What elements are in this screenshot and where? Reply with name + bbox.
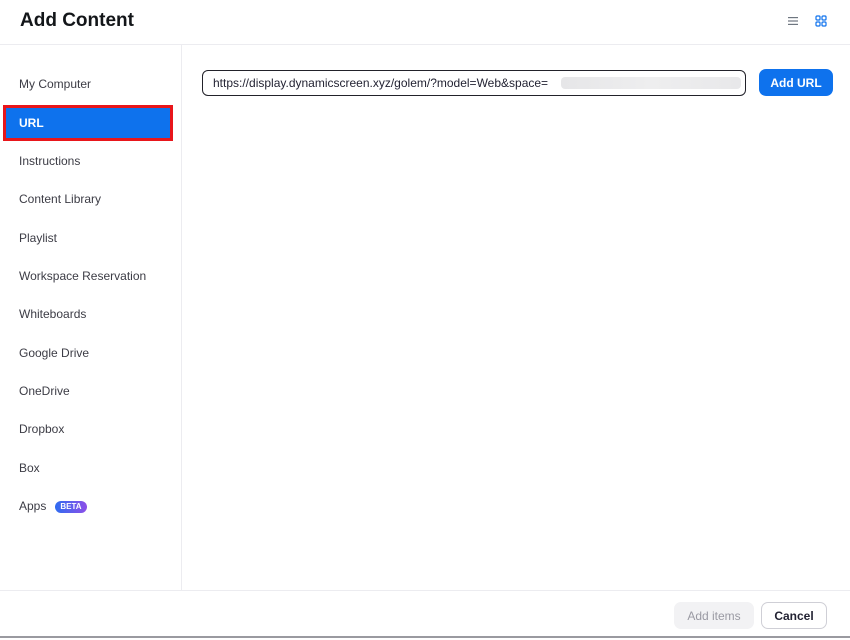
sidebar-item-label: Box — [19, 461, 40, 475]
sidebar-item-label: Playlist — [19, 231, 58, 245]
sidebar-item-label: My Computer — [19, 77, 92, 91]
grid-view-icon[interactable] — [814, 14, 828, 28]
sidebar-item-label: Whiteboards — [19, 307, 87, 321]
dialog-footer: Add items Cancel — [0, 590, 850, 638]
sidebar-item-label: Workspace Reservation — [19, 269, 147, 283]
sidebar-item-dropbox[interactable]: Dropbox — [6, 414, 170, 444]
redacted-url-segment — [561, 77, 741, 89]
source-sidebar: My Computer URL Instructions Content Lib… — [0, 45, 182, 590]
beta-badge: BETA — [55, 501, 87, 513]
sidebar-item-label: Google Drive — [19, 346, 90, 360]
sidebar-item-url[interactable]: URL — [3, 105, 173, 141]
sidebar-item-workspace-reservation[interactable]: Workspace Reservation — [6, 261, 170, 291]
sidebar-item-label: Content Library — [19, 192, 102, 206]
dialog-header: Add Content — [0, 0, 850, 45]
sidebar-item-apps[interactable]: Apps BETA — [6, 491, 170, 521]
add-url-button[interactable]: Add URL — [759, 69, 833, 96]
sidebar-item-box[interactable]: Box — [6, 453, 170, 483]
dialog-title: Add Content — [20, 10, 134, 31]
sidebar-item-label: Instructions — [19, 154, 81, 168]
sidebar-item-label: Dropbox — [19, 422, 65, 436]
sidebar-item-playlist[interactable]: Playlist — [6, 223, 170, 253]
sidebar-item-whiteboards[interactable]: Whiteboards — [6, 299, 170, 329]
add-items-button[interactable]: Add items — [674, 602, 754, 629]
list-view-icon[interactable] — [786, 14, 800, 28]
sidebar-item-label: Apps — [19, 499, 47, 513]
sidebar-item-label: URL — [19, 116, 44, 130]
sidebar-item-label: OneDrive — [19, 384, 70, 398]
cancel-button[interactable]: Cancel — [761, 602, 827, 629]
sidebar-item-content-library[interactable]: Content Library — [6, 184, 170, 214]
sidebar-item-google-drive[interactable]: Google Drive — [6, 338, 170, 368]
sidebar-item-my-computer[interactable]: My Computer — [6, 69, 170, 99]
sidebar-item-onedrive[interactable]: OneDrive — [6, 376, 170, 406]
sidebar-item-instructions[interactable]: Instructions — [6, 146, 170, 176]
